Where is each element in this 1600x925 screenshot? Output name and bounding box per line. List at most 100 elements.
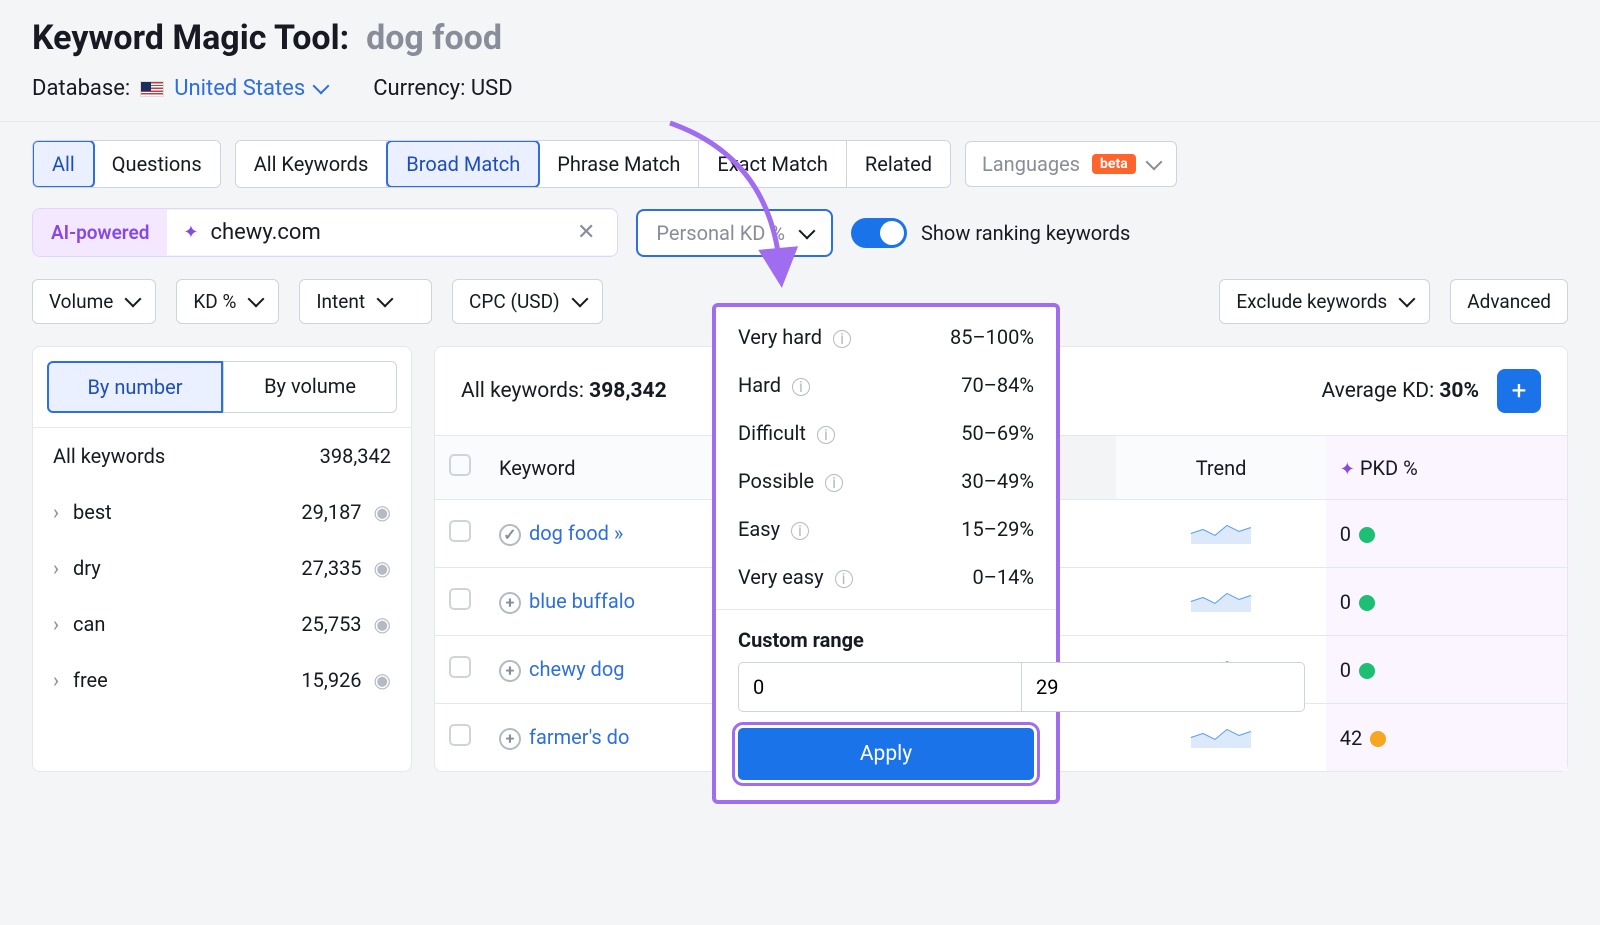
sidebar: By number By volume All keywords 398,342…: [32, 346, 412, 772]
difficulty-dot: [1370, 731, 1386, 747]
chevron-down-icon: [574, 290, 586, 313]
personal-kd-dropdown: Very hard i85–100%Hard i70–84%Difficult …: [712, 303, 1060, 804]
chevron-down-icon: [315, 76, 327, 101]
scope-segment: All Questions: [32, 140, 221, 188]
difficulty-dot: [1359, 595, 1375, 611]
database-selector[interactable]: Database: United States: [32, 76, 327, 101]
flag-us-icon: [140, 81, 164, 97]
kd-option[interactable]: Difficult i50–69%: [716, 409, 1056, 457]
sidebar-all-keywords[interactable]: All keywords 398,342: [33, 427, 411, 484]
kd-option[interactable]: Easy i15–29%: [716, 505, 1056, 553]
keyword-link[interactable]: chewy dog: [529, 657, 624, 681]
info-icon: i: [833, 330, 851, 348]
ai-powered-label: AI-powered: [33, 209, 167, 256]
plus-circle-icon[interactable]: +: [499, 728, 521, 750]
sidebar-group[interactable]: ›free15,926◉: [33, 652, 411, 708]
custom-range-label: Custom range: [716, 618, 1056, 662]
average-kd: Average KD: 30%: [1321, 379, 1479, 403]
row-checkbox[interactable]: [449, 588, 471, 610]
eye-icon[interactable]: ◉: [374, 668, 391, 692]
check-circle-icon[interactable]: ✓: [499, 524, 521, 546]
row-checkbox[interactable]: [449, 656, 471, 678]
advanced-filters[interactable]: Advanced: [1450, 279, 1568, 324]
custom-range-from[interactable]: [738, 662, 1021, 712]
pkd-cell: 0: [1326, 500, 1567, 568]
chevron-down-icon: [1401, 290, 1413, 313]
toggle-label: Show ranking keywords: [921, 221, 1130, 245]
info-icon: i: [825, 474, 843, 492]
chevron-down-icon: [379, 290, 391, 313]
tab-by-number[interactable]: By number: [47, 361, 223, 413]
chevron-right-icon: ›: [53, 556, 59, 580]
tab-by-volume[interactable]: By volume: [223, 361, 397, 413]
tab-broad-match[interactable]: Broad Match: [386, 140, 540, 188]
pkd-cell: 0: [1326, 568, 1567, 636]
chevron-down-icon: [127, 290, 139, 313]
chevron-down-icon: [801, 221, 813, 245]
sidebar-group[interactable]: ›can25,753◉: [33, 596, 411, 652]
trend-cell: [1116, 704, 1325, 772]
select-all-checkbox[interactable]: [449, 454, 471, 476]
chevron-right-icon: ›: [53, 668, 59, 692]
trend-cell: [1116, 500, 1325, 568]
keyword-link[interactable]: dog food: [529, 521, 609, 545]
ai-domain-chip: AI-powered ✦ ✕: [32, 208, 618, 257]
chevron-down-icon: [1148, 152, 1160, 176]
languages-dropdown[interactable]: Languages beta: [965, 141, 1177, 187]
custom-range-to[interactable]: [1021, 662, 1305, 712]
info-icon: i: [792, 378, 810, 396]
sidebar-group[interactable]: ›dry27,335◉: [33, 540, 411, 596]
plus-circle-icon[interactable]: +: [499, 592, 521, 614]
eye-icon[interactable]: ◉: [374, 500, 391, 524]
match-segment: All Keywords Broad Match Phrase Match Ex…: [235, 140, 951, 188]
tab-questions[interactable]: Questions: [94, 141, 220, 187]
chevron-right-icon: ›: [53, 500, 59, 524]
ai-domain-input[interactable]: [210, 220, 558, 245]
kd-option[interactable]: Very easy i0–14%: [716, 553, 1056, 601]
personal-kd-filter[interactable]: Personal KD %: [636, 209, 833, 257]
currency-label: Currency: USD: [373, 76, 512, 101]
exclude-keywords-filter[interactable]: Exclude keywords: [1219, 279, 1430, 324]
col-pkd[interactable]: ✦ PKD %: [1326, 436, 1567, 500]
row-checkbox[interactable]: [449, 724, 471, 746]
pkd-cell: 42: [1326, 704, 1567, 772]
chevron-down-icon: [250, 290, 262, 313]
col-trend[interactable]: Trend: [1116, 436, 1325, 500]
eye-icon[interactable]: ◉: [374, 556, 391, 580]
sparkle-icon: ✦: [1340, 459, 1355, 480]
chevron-right-icon: ›: [53, 612, 59, 636]
kd-option[interactable]: Hard i70–84%: [716, 361, 1056, 409]
add-button[interactable]: +: [1497, 369, 1541, 413]
difficulty-dot: [1359, 527, 1375, 543]
tab-all[interactable]: All: [32, 140, 95, 188]
show-ranking-toggle[interactable]: [851, 218, 907, 248]
info-icon: i: [817, 426, 835, 444]
pkd-cell: 0: [1326, 636, 1567, 704]
kd-option[interactable]: Possible i30–49%: [716, 457, 1056, 505]
kd-option[interactable]: Very hard i85–100%: [716, 313, 1056, 361]
clear-icon[interactable]: ✕: [571, 220, 601, 245]
keyword-link[interactable]: farmer's do: [529, 725, 629, 749]
intent-filter[interactable]: Intent: [299, 279, 432, 324]
all-keywords-count: All keywords: 398,342: [461, 379, 667, 403]
tab-phrase-match[interactable]: Phrase Match: [539, 141, 699, 187]
apply-button[interactable]: Apply: [738, 728, 1034, 780]
trend-cell: [1116, 568, 1325, 636]
info-icon: i: [791, 522, 809, 540]
plus-circle-icon[interactable]: +: [499, 660, 521, 682]
kd-filter[interactable]: KD %: [176, 279, 279, 324]
tab-related[interactable]: Related: [847, 141, 950, 187]
tab-exact-match[interactable]: Exact Match: [699, 141, 847, 187]
page-title: Keyword Magic Tool: dog food: [32, 18, 1568, 58]
volume-filter[interactable]: Volume: [32, 279, 156, 324]
keyword-link[interactable]: blue buffalo: [529, 589, 635, 613]
tab-all-keywords[interactable]: All Keywords: [236, 141, 388, 187]
info-icon: i: [835, 570, 853, 588]
sidebar-group[interactable]: ›best29,187◉: [33, 484, 411, 540]
sparkle-icon: ✦: [183, 222, 198, 243]
difficulty-dot: [1359, 663, 1375, 679]
cpc-filter[interactable]: CPC (USD): [452, 279, 603, 324]
beta-badge: beta: [1092, 154, 1136, 174]
eye-icon[interactable]: ◉: [374, 612, 391, 636]
row-checkbox[interactable]: [449, 520, 471, 542]
